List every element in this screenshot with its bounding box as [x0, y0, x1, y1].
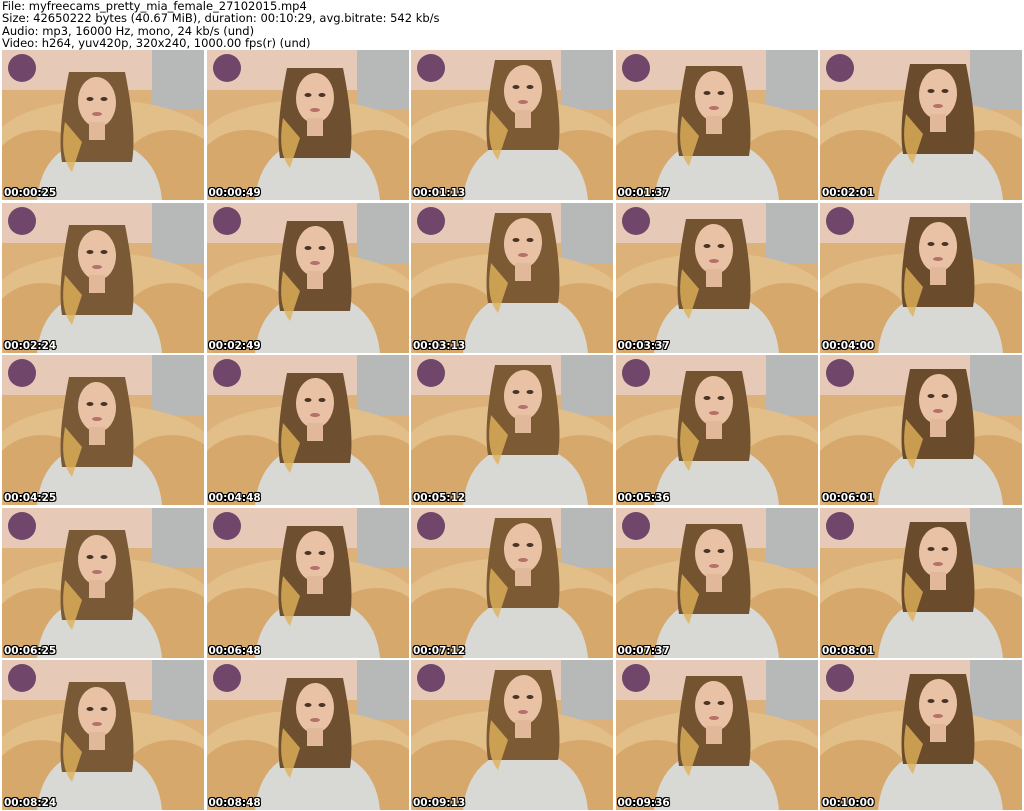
thumbnail-frame: [206, 507, 409, 658]
video-thumbnail: 00:04:25: [2, 355, 204, 505]
thumbnail-frame: [615, 355, 818, 505]
thumbnail-timestamp: 00:02:01: [822, 187, 875, 199]
thumbnail-timestamp: 00:00:49: [208, 187, 261, 199]
thumbnail-frame: [2, 507, 204, 658]
video-thumbnail: 00:08:24: [2, 660, 204, 810]
thumbnail-grid: 00:00:25 00:00:49 00:01:13 00:01:37 00:02:01…: [2, 50, 1022, 810]
video-thumbnail: 00:04:00: [820, 202, 1022, 353]
thumbnail-frame: [820, 355, 1022, 505]
thumbnail-timestamp: 00:08:24: [4, 797, 57, 809]
thumbnail-frame: [2, 660, 204, 810]
thumbnail-frame: [820, 660, 1022, 810]
thumbnail-timestamp: 00:03:37: [617, 339, 670, 352]
thumbnail-timestamp: 00:09:36: [617, 797, 670, 809]
thumbnail-frame: [2, 202, 204, 353]
video-thumbnail: 00:09:36: [615, 660, 818, 810]
thumbnail-timestamp: 00:05:12: [413, 492, 466, 504]
thumbnail-timestamp: 00:07:12: [413, 644, 466, 657]
thumbnail-frame: [615, 507, 818, 658]
video-thumbnail: 00:05:36: [615, 355, 818, 505]
thumbnail-timestamp: 00:05:36: [617, 492, 670, 504]
video-thumbnail: 00:01:37: [615, 50, 818, 200]
thumbnail-frame: [615, 202, 818, 353]
thumbnail-timestamp: 00:04:48: [208, 492, 261, 504]
thumbnail-frame: [615, 50, 818, 200]
thumbnail-timestamp: 00:08:01: [822, 644, 875, 657]
video-thumbnail: 00:01:13: [411, 50, 613, 200]
video-thumbnail: 00:06:25: [2, 507, 204, 658]
thumbnail-frame: [206, 355, 409, 505]
thumbnail-timestamp: 00:08:48: [208, 797, 261, 809]
video-thumbnail: 00:07:37: [615, 507, 818, 658]
thumbnail-frame: [820, 50, 1022, 200]
thumbnail-timestamp: 00:00:25: [4, 187, 57, 199]
video-thumbnail: 00:05:12: [411, 355, 613, 505]
video-thumbnail: 00:07:12: [411, 507, 613, 658]
video-thumbnail: 00:08:01: [820, 507, 1022, 658]
thumbnail-frame: [206, 50, 409, 200]
video-thumbnail: 00:04:48: [206, 355, 409, 505]
video-thumbnail: 00:10:00: [820, 660, 1022, 810]
thumbnail-frame: [411, 50, 613, 200]
video-thumbnail: 00:06:48: [206, 507, 409, 658]
thumbnail-frame: [411, 355, 613, 505]
thumbnail-timestamp: 00:02:24: [4, 339, 57, 352]
video-thumbnail: 00:06:01: [820, 355, 1022, 505]
thumbnail-timestamp: 00:10:00: [822, 797, 875, 809]
video-thumbnail: 00:09:13: [411, 660, 613, 810]
thumbnail-timestamp: 00:06:48: [208, 644, 261, 657]
video-thumbnail: 00:08:48: [206, 660, 409, 810]
thumbnail-frame: [820, 202, 1022, 353]
thumbnail-timestamp: 00:01:13: [413, 187, 466, 199]
thumbnail-timestamp: 00:01:37: [617, 187, 670, 199]
thumbnail-timestamp: 00:07:37: [617, 644, 670, 657]
video-info-line: Video: h264, yuv420p, 320x240, 1000.00 f…: [2, 36, 311, 51]
video-thumbnail: 00:03:37: [615, 202, 818, 353]
video-thumbnail: 00:02:24: [2, 202, 204, 353]
thumbnail-frame: [820, 507, 1022, 658]
thumbnail-timestamp: 00:09:13: [413, 797, 466, 809]
thumbnail-frame: [615, 660, 818, 810]
thumbnail-frame: [206, 202, 409, 353]
thumbnail-frame: [411, 660, 613, 810]
video-thumbnail: 00:02:49: [206, 202, 409, 353]
thumbnail-frame: [411, 202, 613, 353]
video-thumbnail: 00:00:49: [206, 50, 409, 200]
thumbnail-timestamp: 00:06:25: [4, 644, 57, 657]
thumbnail-frame: [2, 50, 204, 200]
thumbnail-timestamp: 00:04:00: [822, 339, 875, 352]
thumbnail-frame: [2, 355, 204, 505]
video-thumbnail: 00:00:25: [2, 50, 204, 200]
thumbnail-frame: [206, 660, 409, 810]
size-duration-line: Size: 42650222 bytes (40.67 MiB), durati…: [2, 11, 440, 26]
video-thumbnail: 00:03:13: [411, 202, 613, 353]
thumbnail-timestamp: 00:02:49: [208, 339, 261, 352]
thumbnail-timestamp: 00:06:01: [822, 492, 875, 504]
thumbnail-frame: [411, 507, 613, 658]
thumbnail-timestamp: 00:04:25: [4, 492, 57, 504]
thumbnail-timestamp: 00:03:13: [413, 339, 466, 352]
video-thumbnail: 00:02:01: [820, 50, 1022, 200]
file-info-header: File: myfreecams_pretty_mia_female_27102…: [2, 0, 1020, 50]
